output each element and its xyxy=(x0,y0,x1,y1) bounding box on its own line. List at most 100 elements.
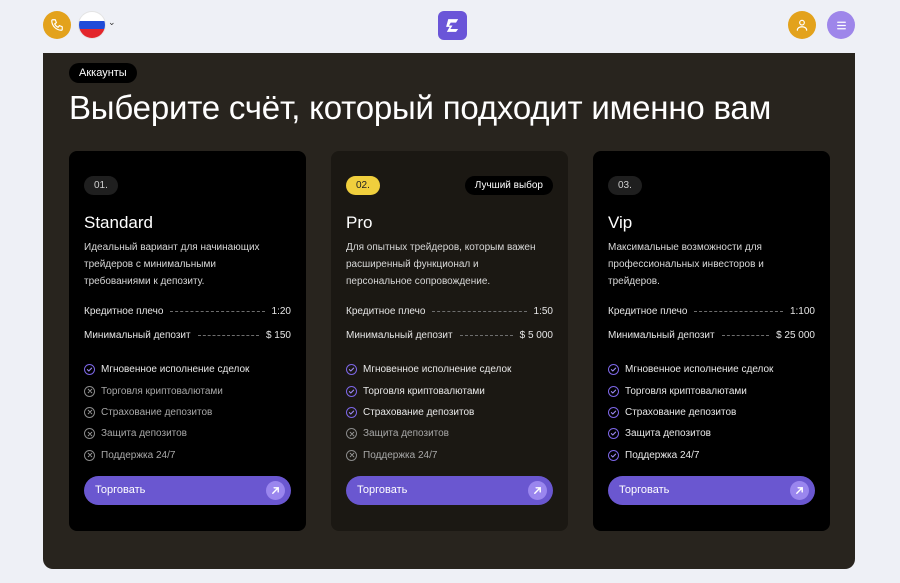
check-circle-icon xyxy=(608,385,619,397)
feature-list: Мгновенное исполнение сделок Торговля кри… xyxy=(608,359,773,466)
feature-label: Страхование депозитов xyxy=(101,406,213,418)
trade-button-label: Торговать xyxy=(95,484,146,496)
feature-item: Торговля криптовалютами xyxy=(346,380,511,401)
check-circle-icon xyxy=(608,364,619,376)
x-circle-icon xyxy=(346,428,357,440)
feature-label: Торговля криптовалютами xyxy=(363,385,485,397)
feature-label: Страхование депозитов xyxy=(363,406,475,418)
feature-item: Страхование депозитов xyxy=(608,402,773,423)
section-tag: Аккаунты xyxy=(69,63,137,83)
spec-leverage: Кредитное плечо 1:100 xyxy=(608,304,815,318)
card-title: Vip xyxy=(608,213,633,232)
arrow-up-right-icon xyxy=(790,481,809,500)
feature-label: Страхование депозитов xyxy=(625,406,737,418)
chevron-down-icon[interactable]: ⌄ xyxy=(108,17,116,28)
feature-item: Поддержка 24/7 xyxy=(84,445,249,466)
user-icon xyxy=(796,19,808,31)
feature-label: Защита депозитов xyxy=(625,428,711,440)
feature-item: Защита депозитов xyxy=(84,423,249,444)
spec-value: $ 25 000 xyxy=(776,329,815,341)
x-circle-icon xyxy=(346,449,357,461)
arrow-up-right-icon xyxy=(528,481,547,500)
feature-label: Мгновенное исполнение сделок xyxy=(625,364,774,376)
check-circle-icon xyxy=(608,406,619,418)
spec-leverage: Кредитное плечо 1:50 xyxy=(346,304,553,318)
spec-label: Минимальный депозит xyxy=(608,329,715,341)
best-choice-badge: Лучший выбор xyxy=(464,176,553,195)
card-description: Максимальные возможности для профессиона… xyxy=(608,242,764,287)
spec-value: 1:20 xyxy=(271,305,291,317)
spec-min-deposit: Минимальный депозит $ 25 000 xyxy=(608,328,815,342)
feature-item: Поддержка 24/7 xyxy=(608,445,773,466)
check-circle-icon xyxy=(608,449,619,461)
feature-item: Мгновенное исполнение сделок xyxy=(346,359,511,380)
feature-item: Защита депозитов xyxy=(346,423,511,444)
feature-label: Мгновенное исполнение сделок xyxy=(101,364,250,376)
feature-label: Мгновенное исполнение сделок xyxy=(363,364,512,376)
top-bar: ⌄ xyxy=(0,0,900,52)
feature-item: Мгновенное исполнение сделок xyxy=(608,359,773,380)
feature-item: Мгновенное исполнение сделок xyxy=(84,359,249,380)
hamburger-icon xyxy=(836,21,846,29)
spec-label: Кредитное плечо xyxy=(84,305,164,317)
spec-min-deposit: Минимальный депозит $ 5 000 xyxy=(346,328,553,342)
feature-item: Торговля криптовалютами xyxy=(84,380,249,401)
feature-label: Торговля криптовалютами xyxy=(101,385,223,397)
user-button[interactable] xyxy=(788,11,816,39)
check-circle-icon xyxy=(84,364,95,376)
card-number-badge: 02. xyxy=(346,176,380,195)
trade-button-label: Торговать xyxy=(619,484,670,496)
spec-label: Минимальный депозит xyxy=(346,329,453,341)
feature-item: Страхование депозитов xyxy=(346,402,511,423)
card-description: Идеальный вариант для начинающих трейдер… xyxy=(84,242,260,287)
check-circle-icon xyxy=(346,385,357,397)
spec-label: Минимальный депозит xyxy=(84,329,191,341)
feature-label: Поддержка 24/7 xyxy=(625,449,700,461)
feature-list: Мгновенное исполнение сделок Торговля кри… xyxy=(84,359,249,466)
check-circle-icon xyxy=(346,406,357,418)
account-card-vip: 03. Vip Максимальные возможности для про… xyxy=(593,151,830,531)
feature-label: Защита депозитов xyxy=(363,428,449,440)
brand-logo[interactable] xyxy=(438,11,467,40)
feature-item: Страхование депозитов xyxy=(84,402,249,423)
phone-button[interactable] xyxy=(43,11,71,39)
card-description: Для опытных трейдеров, которым важен рас… xyxy=(346,242,536,287)
language-flag-russia[interactable] xyxy=(78,11,106,39)
card-title: Standard xyxy=(84,213,153,232)
accounts-section: Аккаунты Выберите счёт, который подходит… xyxy=(43,53,855,569)
feature-label: Торговля криптовалютами xyxy=(625,385,747,397)
menu-button[interactable] xyxy=(827,11,855,39)
feature-item: Защита депозитов xyxy=(608,423,773,444)
card-title: Pro xyxy=(346,213,373,232)
card-number-badge: 03. xyxy=(608,176,642,195)
phone-icon xyxy=(51,19,63,31)
check-circle-icon xyxy=(608,428,619,440)
feature-label: Защита депозитов xyxy=(101,428,187,440)
feature-label: Поддержка 24/7 xyxy=(363,449,438,461)
arrow-up-right-icon xyxy=(266,481,285,500)
check-circle-icon xyxy=(346,364,357,376)
x-circle-icon xyxy=(84,406,95,418)
feature-list: Мгновенное исполнение сделок Торговля кри… xyxy=(346,359,511,466)
logo-icon xyxy=(446,19,459,32)
trade-button[interactable]: Торговать xyxy=(608,476,815,505)
spec-value: $ 5 000 xyxy=(519,329,553,341)
spec-value: 1:50 xyxy=(533,305,553,317)
spec-leverage: Кредитное плечо 1:20 xyxy=(84,304,291,318)
account-card-standard: 01. Standard Идеальный вариант для начин… xyxy=(69,151,306,531)
feature-item: Торговля криптовалютами xyxy=(608,380,773,401)
spec-label: Кредитное плечо xyxy=(608,305,688,317)
account-card-pro: 02. Лучший выбор Pro Для опытных трейдер… xyxy=(331,151,568,531)
trade-button[interactable]: Торговать xyxy=(84,476,291,505)
x-circle-icon xyxy=(84,428,95,440)
feature-item: Поддержка 24/7 xyxy=(346,445,511,466)
spec-label: Кредитное плечо xyxy=(346,305,426,317)
spec-min-deposit: Минимальный депозит $ 150 xyxy=(84,328,291,342)
x-circle-icon xyxy=(84,449,95,461)
spec-value: 1:100 xyxy=(789,305,815,317)
feature-label: Поддержка 24/7 xyxy=(101,449,176,461)
card-number-badge: 01. xyxy=(84,176,118,195)
trade-button[interactable]: Торговать xyxy=(346,476,553,505)
page-title: Выберите счёт, который подходит именно в… xyxy=(69,89,772,126)
spec-value: $ 150 xyxy=(265,329,291,341)
